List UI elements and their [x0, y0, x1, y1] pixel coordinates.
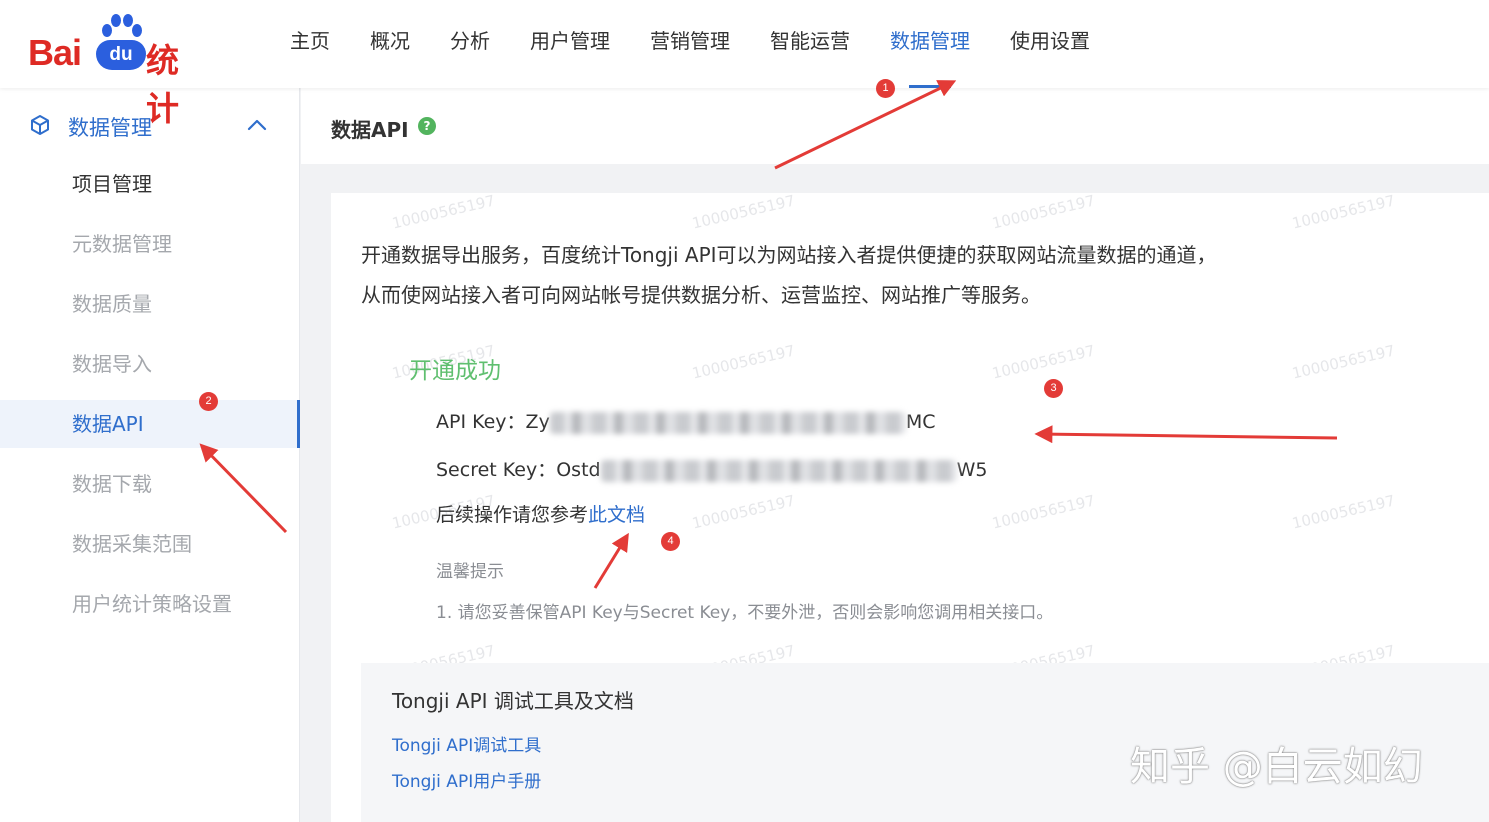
watermark-text: 10000565197 [390, 193, 497, 233]
chevron-up-icon[interactable] [246, 116, 268, 134]
followup-row: 后续操作请您参考此文档 [436, 500, 645, 527]
sidebar-section-label: 数据管理 [68, 116, 152, 140]
sidebar-item-project-management[interactable]: 项目管理 [0, 154, 300, 214]
secret-key-redaction [600, 459, 957, 482]
annotation-badge-1: 1 [876, 79, 895, 98]
logo-cn-text: 统计 [146, 41, 179, 128]
nav-item-analysis[interactable]: 分析 [430, 0, 510, 88]
paw-icon: du [96, 10, 146, 70]
content-header: 数据API ? [301, 88, 1489, 164]
sidebar-item-metadata-management[interactable]: 元数据管理 [0, 214, 300, 274]
nav-item-marketing[interactable]: 营销管理 [630, 0, 750, 88]
help-icon[interactable]: ? [418, 117, 436, 135]
watermark-text: 10000565197 [690, 341, 797, 383]
secret-key-value-start[interactable]: Ostd [556, 459, 600, 481]
api-key-redaction [549, 411, 906, 434]
intro-text: 开通数据导出服务，百度统计Tongji API可以为网站接入者提供便捷的获取网站… [361, 235, 1361, 315]
main-nav: 主页 概况 分析 用户管理 营销管理 智能运营 数据管理 使用设置 [270, 0, 1110, 88]
sidebar-item-data-download[interactable]: 数据下载 [0, 454, 300, 514]
api-user-manual-link[interactable]: Tongji API用户手册 [392, 767, 541, 792]
page-title: 数据API [331, 118, 409, 142]
secret-key-label: Secret Key： [436, 459, 557, 481]
annotation-badge-3: 3 [1044, 379, 1063, 398]
sidebar-menu: 项目管理 元数据管理 数据质量 数据导入 数据API 数据下载 数据采集范围 用… [0, 154, 300, 634]
sidebar-item-collection-scope[interactable]: 数据采集范围 [0, 514, 300, 574]
nav-item-smart-operation[interactable]: 智能运营 [750, 0, 870, 88]
api-card: 10000565197 10000565197 10000565197 1000056… [331, 193, 1489, 822]
baidu-tongji-logo[interactable]: Bai du 统计 [28, 10, 208, 128]
top-navigation-bar: Bai du 统计 主页 概况 分析 用户管理 营销管理 智能运营 数据管理 使… [0, 0, 1489, 128]
annotation-badge-2: 2 [199, 392, 218, 411]
nav-item-data-management[interactable]: 数据管理 [870, 0, 990, 88]
api-key-value-end[interactable]: MC [906, 411, 936, 433]
watermark-text: 10000565197 [1290, 491, 1397, 533]
watermark-text: 10000565197 [990, 193, 1097, 233]
api-key-value-start[interactable]: Zy [526, 411, 550, 433]
api-key-row: API Key：Zy MC [436, 407, 935, 434]
tip-text: 1. 请您妥善保管API Key与Secret Key，不要外泄，否则会影响您调… [436, 603, 1054, 623]
success-heading: 开通成功 [409, 358, 501, 384]
watermark-text: 10000565197 [1290, 193, 1397, 233]
logo-latin-text: Bai [28, 32, 82, 73]
sidebar-item-data-import[interactable]: 数据导入 [0, 334, 300, 394]
nav-item-user-management[interactable]: 用户管理 [510, 0, 630, 88]
annotation-badge-4: 4 [661, 532, 680, 551]
watermark-text: 10000565197 [690, 491, 797, 533]
watermark-text: 10000565197 [1290, 341, 1397, 383]
zhihu-watermark: 知乎 @白云如幻 [1130, 744, 1423, 790]
secret-key-value-end[interactable]: W5 [957, 459, 988, 481]
sidebar: 数据管理 项目管理 元数据管理 数据质量 数据导入 数据API 数据下载 数据采… [0, 88, 300, 822]
doc-link[interactable]: 此文档 [588, 504, 645, 526]
tip-title: 温馨提示 [436, 562, 504, 582]
nav-item-settings[interactable]: 使用设置 [990, 0, 1110, 88]
followup-text: 后续操作请您参考 [436, 504, 589, 526]
watermark-text: 10000565197 [990, 341, 1097, 383]
cube-icon [31, 115, 49, 135]
intro-line-2: 从而使网站接入者可向网站帐号提供数据分析、运营监控、网站推广等服务。 [361, 283, 1041, 307]
sidebar-item-data-quality[interactable]: 数据质量 [0, 274, 300, 334]
tools-title: Tongji API 调试工具及文档 [392, 689, 634, 713]
sidebar-item-data-api[interactable]: 数据API [0, 400, 300, 448]
sidebar-item-user-stats-strategy[interactable]: 用户统计策略设置 [0, 574, 300, 634]
api-debug-tool-link[interactable]: Tongji API调试工具 [392, 731, 541, 756]
logo-du-text: du [96, 40, 146, 70]
nav-item-overview[interactable]: 概况 [350, 0, 430, 88]
watermark-text: 10000565197 [690, 193, 797, 233]
intro-line-1: 开通数据导出服务，百度统计Tongji API可以为网站接入者提供便捷的获取网站… [361, 243, 1217, 267]
nav-item-home[interactable]: 主页 [270, 0, 350, 88]
api-key-label: API Key： [436, 411, 526, 433]
secret-key-row: Secret Key：Ostd W5 [436, 455, 987, 482]
watermark-text: 10000565197 [990, 491, 1097, 533]
